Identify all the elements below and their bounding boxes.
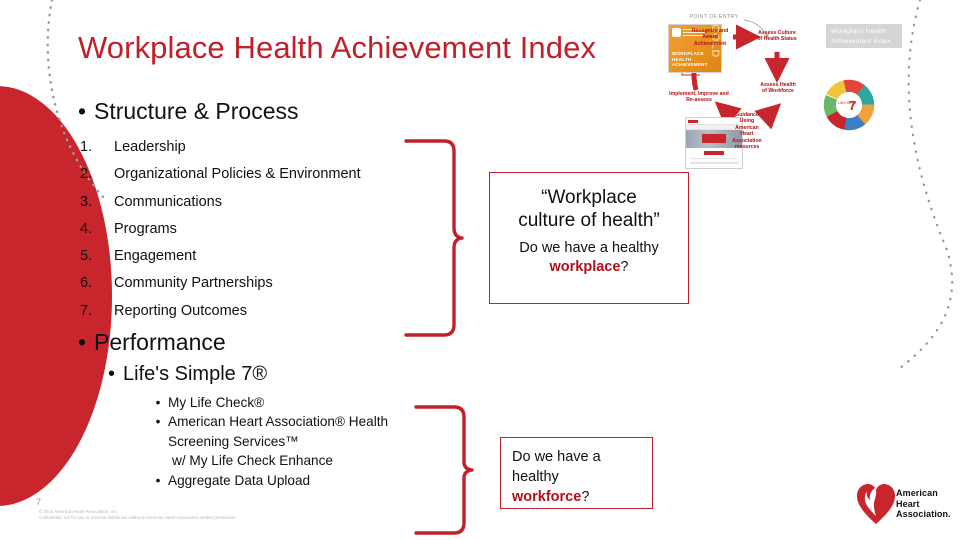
list-item: 7. Reporting Outcomes <box>80 298 361 325</box>
list-item: • Aggregate Data Upload <box>148 471 428 490</box>
structure-numbered-list: 1. Leadership 2. Organizational Policies &… <box>80 134 361 325</box>
logo-line2: Heart <box>896 498 920 509</box>
list-item-plain: w/ My Life Check Enhance <box>172 453 333 469</box>
lifes-simple-7-wheel: Life's Simple 7 <box>823 79 875 131</box>
brace-performance <box>414 405 474 535</box>
list-item-label: Organizational Policies & Environment <box>114 166 361 183</box>
callout-workforce: Do we have a healthy workforce? <box>500 437 653 509</box>
american-heart-association-logo: American Heart Association. <box>856 482 952 528</box>
slide-canvas: Workplace Health Achievement Index • Stru… <box>0 0 960 540</box>
callout-question-emphasis-row: workplace? <box>490 258 688 277</box>
callout-quote-line1: “Workplace <box>541 187 637 208</box>
badge-caption: WORKPLACE HEALTH ACHIEVEMENT <box>672 51 708 68</box>
lifes-simple-7-label: Life's Simple 7® <box>123 363 268 385</box>
list-item-label: Community Partnerships <box>114 275 273 292</box>
aha-mark-icon <box>672 28 681 37</box>
node-guidance-bold: Guidance <box>735 112 759 118</box>
list-item: 3. Communications <box>80 189 361 216</box>
copyright-line2: confidential: not for use or external di… <box>39 515 236 520</box>
list-item-label: Reporting Outcomes <box>114 302 247 319</box>
workplace-health-cycle-diagram: GOLD WORKPLACE HEALTH ACHIEVEMENT Workpl… <box>660 2 902 174</box>
bullet-glyph: • <box>108 363 116 385</box>
node-guidance-label: Guidance Using American Heart Associatio… <box>728 112 766 150</box>
list-item: 2. Organizational Policies & Environment <box>80 161 361 188</box>
list-item-number: 5. <box>80 248 93 265</box>
list-item: • American Heart Association® Health Scr… <box>148 412 428 451</box>
list-item-label: Leadership <box>114 139 186 155</box>
wheel-center-big: 7 <box>849 98 856 113</box>
node-recognize-label: Recognize and Award Achievement <box>686 28 734 47</box>
list-item-number: 6. <box>80 275 93 292</box>
node-assess-culture-bold: Assess <box>758 30 777 36</box>
list-item: 4. Programs <box>80 216 361 243</box>
list-item-number: 7. <box>80 302 93 319</box>
callout-quote-line2: culture of health” <box>518 210 660 231</box>
list-item-number: 2. <box>80 166 93 183</box>
bullet-glyph: • <box>155 472 161 488</box>
list-item-label: Engagement <box>114 248 197 265</box>
structure-heading: • Structure & Process <box>78 98 299 125</box>
bullet-glyph: • <box>155 395 161 410</box>
callout-question-prefix: Do we have a healthy <box>519 240 659 256</box>
copyright-notice: © 2016 American Heart Association, Inc. … <box>39 509 235 521</box>
logo-line1: American <box>896 488 938 498</box>
diagram-title-label: Workplace Health Achievement Index <box>826 24 902 48</box>
callout-question-emphasis: workplace <box>549 259 621 275</box>
list-item-number: 4. <box>80 220 93 237</box>
node-assess-health-bold: Assess <box>760 82 779 88</box>
list-item-label: My Life Check® <box>168 395 265 410</box>
bullet-glyph: • <box>155 414 161 430</box>
callout-question: Do we have a healthy <box>490 239 688 258</box>
node-assess-culture-label: Assess Culture of Health Status <box>756 30 798 43</box>
node-implement-bold: Implement <box>669 91 696 97</box>
performance-heading-label: Performance <box>94 329 226 355</box>
list-item: 1. Leadership <box>80 134 361 161</box>
logo-text: American Heart Association. <box>896 488 951 520</box>
callout-workforce-line2: healthy <box>512 469 559 485</box>
heart-torch-icon <box>857 484 895 524</box>
brace-structure <box>404 139 464 337</box>
callout-workforce-suffix: ? <box>581 489 590 505</box>
node-recognize-bold: Recognize <box>691 28 718 34</box>
slide-title: Workplace Health Achievement Index <box>78 30 597 65</box>
structure-heading-label: Structure & Process <box>94 98 299 124</box>
callout-workforce-line3: workforce? <box>512 487 652 507</box>
page-number: 7 <box>36 497 42 507</box>
list-item-label: American Heart Association® Health Scree… <box>168 414 389 449</box>
callout-workforce-line1: Do we have a <box>512 449 601 465</box>
callout-question-suffix: ? <box>620 259 629 275</box>
list-item: 6. Community Partnerships <box>80 270 361 297</box>
list-item-number: 3. <box>80 193 93 210</box>
list-item-label: Aggregate Data Upload <box>168 472 311 488</box>
bullet-glyph: • <box>78 98 87 124</box>
performance-heading: • Performance <box>78 329 226 356</box>
callout-workplace: “Workplace culture of health” Do we have… <box>489 172 689 304</box>
list-item-label: Programs <box>114 220 177 237</box>
point-of-entry-label: POINT OF ENTRY <box>689 14 739 20</box>
node-guidance-rest: Using American Heart Association resourc… <box>732 118 762 151</box>
lifes-simple-7-subheading: • Life's Simple 7® <box>108 363 267 386</box>
list-item: 5. Engagement <box>80 243 361 270</box>
list-item-label: Communications <box>114 193 222 210</box>
node-assess-health-label: Assess Health of Workforce <box>758 82 798 95</box>
list-item-number: 1. <box>80 139 93 155</box>
list-item: • My Life Check® <box>148 393 428 412</box>
performance-sub-items: • My Life Check® • American Heart Associ… <box>148 393 428 490</box>
node-implement-label: Implement, Improve and Re-assess <box>668 91 730 104</box>
logo-line3: Association. <box>896 509 951 520</box>
callout-workforce-emphasis: workforce <box>512 489 582 505</box>
bullet-glyph: • <box>78 329 87 355</box>
